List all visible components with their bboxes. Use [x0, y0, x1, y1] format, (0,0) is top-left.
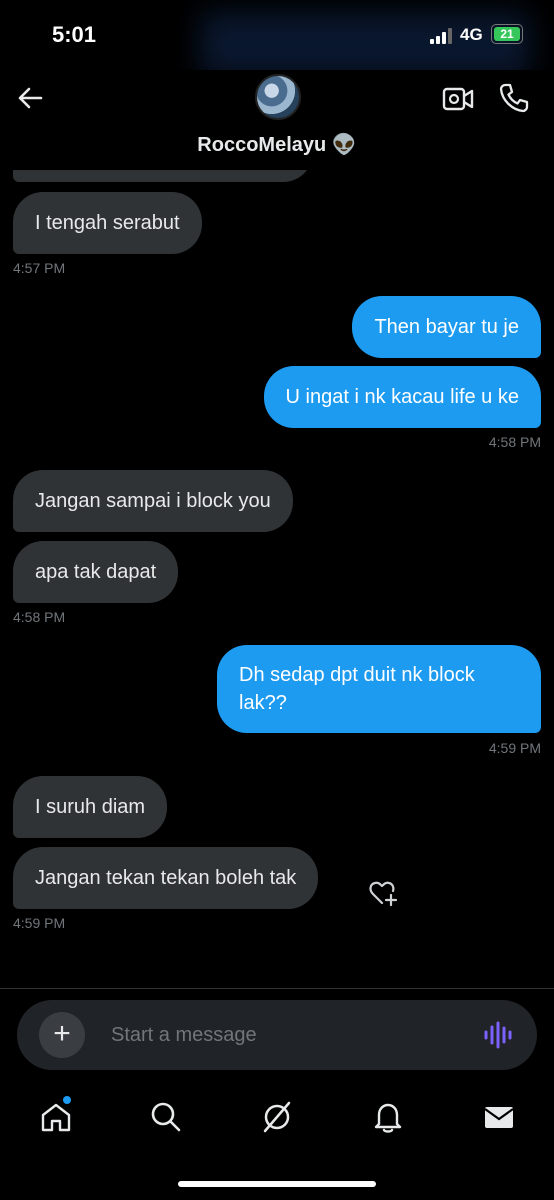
message-bubble-incoming[interactable]: Jangan tekan tekan boleh tak: [13, 847, 319, 909]
message-input[interactable]: [111, 1020, 451, 1050]
message-timestamp: 4:59 PM: [488, 740, 541, 756]
message-bubble-outgoing[interactable]: Then bayar tu je: [352, 296, 541, 358]
home-indicator[interactable]: [178, 1181, 376, 1187]
message-timestamp: 4:58 PM: [488, 434, 541, 450]
message-bubble-incoming[interactable]: I suruh diam: [13, 776, 168, 838]
messages-icon[interactable]: [482, 1100, 516, 1134]
grok-icon[interactable]: [260, 1100, 294, 1134]
back-arrow-icon[interactable]: [14, 82, 46, 114]
message-composer: +: [17, 1000, 537, 1070]
home-icon[interactable]: [39, 1096, 73, 1134]
message-bubble-incoming[interactable]: I tengah serabut: [13, 192, 202, 254]
search-icon[interactable]: [149, 1100, 183, 1134]
message-timestamp: 4:57 PM: [13, 260, 66, 276]
notifications-icon[interactable]: [371, 1100, 405, 1134]
voice-message-icon[interactable]: [483, 1021, 513, 1049]
message-bubble-outgoing[interactable]: U ingat i nk kacau life u ke: [263, 366, 541, 428]
message-bubble-incoming[interactable]: apa tak dapat: [13, 541, 179, 603]
react-heart-icon[interactable]: [368, 878, 400, 908]
contact-name[interactable]: RoccoMelayu 👽: [0, 132, 554, 157]
add-attachment-button[interactable]: +: [39, 1012, 85, 1058]
video-camera-icon[interactable]: [442, 84, 474, 114]
bottom-navigation: [0, 1086, 554, 1156]
notification-dot: [63, 1096, 71, 1104]
message-bubble-incoming[interactable]: Jangan sampai i block you: [13, 470, 293, 532]
avatar[interactable]: [255, 74, 301, 120]
message-bubble-outgoing[interactable]: Dh sedap dpt duit nk block lak??: [217, 645, 541, 733]
message-timestamp: 4:59 PM: [13, 915, 66, 931]
phone-icon[interactable]: [498, 82, 530, 114]
dm-conversation-screen: I tengah serabut 4:57 PM Then bayar tu j…: [0, 0, 554, 1200]
message-timestamp: 4:58 PM: [13, 609, 66, 625]
conversation-header: RoccoMelayu 👽: [0, 70, 554, 170]
